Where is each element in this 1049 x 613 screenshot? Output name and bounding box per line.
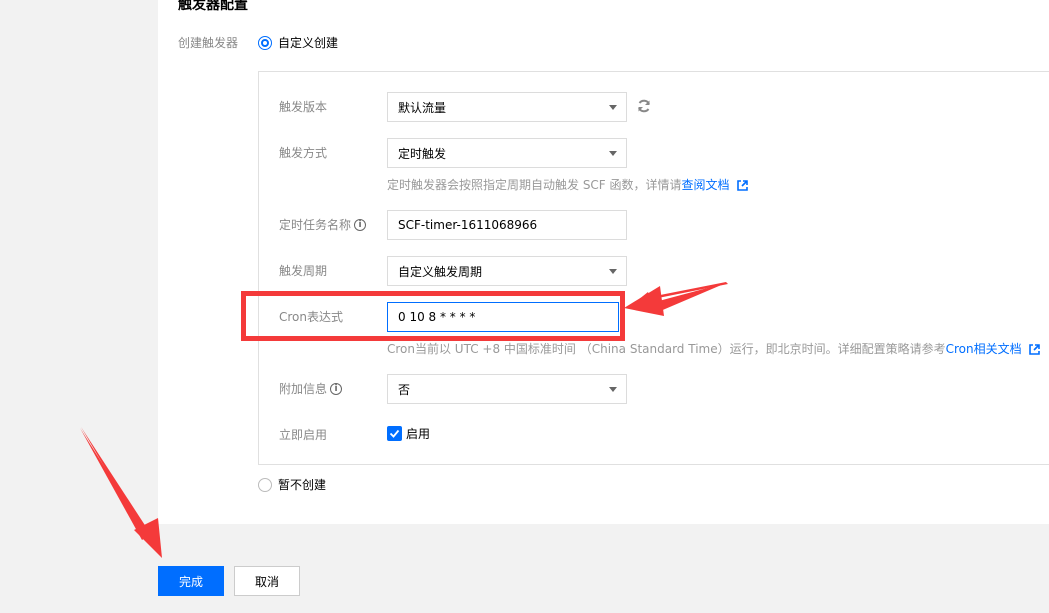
task-name-label-text: 定时任务名称 — [279, 218, 352, 232]
trigger-version-select[interactable]: 默认流量 — [387, 92, 627, 122]
trigger-period-select[interactable]: 自定义触发周期 — [387, 256, 627, 286]
caret-down-icon — [609, 105, 617, 110]
caret-down-icon — [609, 387, 617, 392]
check-icon — [389, 429, 400, 438]
radio-no-create-label[interactable]: 暂不创建 — [278, 477, 326, 493]
cron-hint-text: Cron当前以 UTC +8 中国标准时间 （China Standard Ti… — [387, 342, 946, 356]
task-name-value: SCF-timer-1611068966 — [398, 218, 538, 232]
extra-info-label-text: 附加信息 — [279, 382, 328, 396]
trigger-period-value: 自定义触发周期 — [398, 264, 483, 279]
enable-now-label: 立即启用 — [279, 428, 328, 442]
trigger-method-hint-text: 定时触发器会按照指定周期自动触发 SCF 函数，详情请 — [387, 178, 682, 192]
info-icon[interactable]: i — [354, 219, 367, 231]
refresh-icon[interactable] — [636, 98, 652, 114]
trigger-config-panel — [258, 71, 1049, 465]
trigger-period-label: 触发周期 — [279, 264, 328, 278]
section-title: 触发器配置 — [178, 0, 248, 13]
caret-down-icon — [609, 151, 617, 156]
task-name-input[interactable]: SCF-timer-1611068966 — [387, 210, 627, 240]
cron-docs-link[interactable]: Cron相关文档 — [946, 342, 1022, 356]
extra-info-select[interactable]: 否 — [387, 374, 627, 404]
cron-hint: Cron当前以 UTC +8 中国标准时间 （China Standard Ti… — [387, 341, 1041, 357]
cancel-button[interactable]: 取消 — [234, 566, 300, 596]
annotation-highlight-box — [241, 291, 625, 341]
extra-info-label: 附加信息 i — [279, 381, 343, 397]
annotation-arrow-down — [80, 427, 162, 558]
trigger-method-label: 触发方式 — [279, 146, 328, 160]
trigger-method-value: 定时触发 — [398, 146, 447, 161]
create-trigger-label: 创建触发器 — [178, 36, 239, 50]
info-icon[interactable]: i — [330, 383, 343, 395]
radio-custom-create-label[interactable]: 自定义创建 — [278, 35, 338, 51]
trigger-version-value: 默认流量 — [398, 100, 447, 115]
trigger-method-hint: 定时触发器会按照指定周期自动触发 SCF 函数，详情请查阅文档 — [387, 177, 749, 193]
page: 触发器配置 创建触发器 自定义创建 触发版本 默认流量 触发方式 定时触发 定时… — [0, 0, 1049, 613]
trigger-version-label: 触发版本 — [279, 100, 328, 114]
extra-info-value: 否 — [398, 382, 411, 397]
task-name-label: 定时任务名称 i — [279, 217, 367, 233]
enable-now-checkbox[interactable] — [387, 426, 402, 441]
done-button[interactable]: 完成 — [158, 566, 224, 596]
external-link-icon[interactable] — [1029, 344, 1041, 355]
docs-link[interactable]: 查阅文档 — [682, 178, 730, 192]
radio-no-create[interactable] — [258, 478, 272, 492]
radio-custom-create[interactable] — [258, 36, 272, 50]
caret-down-icon — [609, 269, 617, 274]
trigger-method-select[interactable]: 定时触发 — [387, 138, 627, 168]
external-link-icon[interactable] — [737, 180, 749, 191]
enable-now-checkbox-label[interactable]: 启用 — [406, 426, 430, 442]
